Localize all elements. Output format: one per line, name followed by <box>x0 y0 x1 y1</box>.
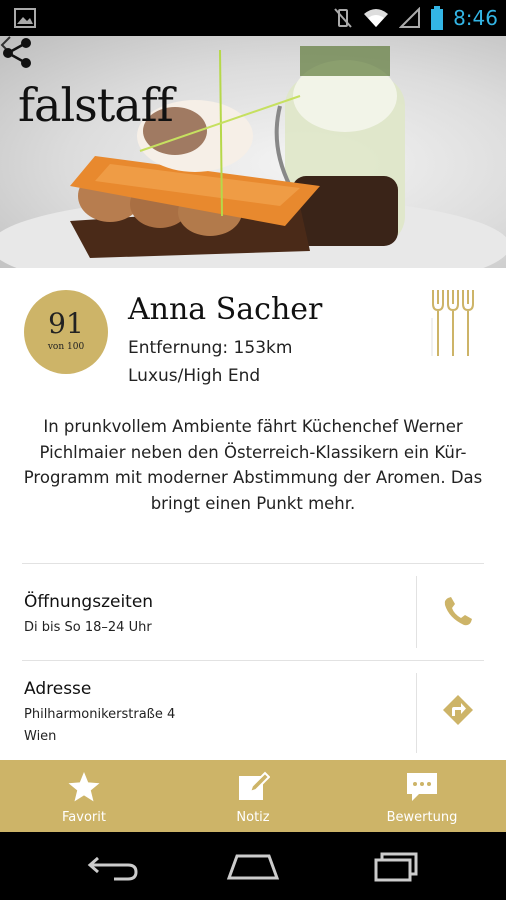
restaurant-name: Anna Sacher <box>128 292 323 327</box>
bottom-action-bar: Favorit Notiz Bewertung <box>0 760 506 832</box>
recent-apps-icon[interactable] <box>362 850 422 882</box>
score-badge: 91 von 100 <box>24 290 108 374</box>
vertical-divider <box>416 673 417 753</box>
back-icon[interactable] <box>84 850 144 882</box>
description-text: In prunkvollem Ambiente fährt Küchenchef… <box>23 417 483 513</box>
status-bar: 8:46 <box>0 0 506 36</box>
opening-hours-row[interactable]: Öffnungszeiten Di bis So 18–24 Uhr <box>0 564 506 660</box>
directions-icon[interactable] <box>440 692 476 728</box>
forks-rating-icon <box>431 290 474 356</box>
chat-icon <box>407 773 437 801</box>
signal-icon <box>399 7 421 28</box>
address-city: Wien <box>24 729 57 744</box>
phone-icon[interactable] <box>440 594 476 630</box>
tab-label: Notiz <box>236 810 270 825</box>
home-icon[interactable] <box>223 850 283 882</box>
tab-label: Favorit <box>62 810 106 825</box>
address-street: Philharmonikerstraße 4 <box>24 707 176 722</box>
hero-image: falstaff <box>0 36 506 268</box>
opening-hours-title: Öffnungszeiten <box>24 592 154 612</box>
tab-label: Bewertung <box>386 810 458 825</box>
opening-hours-value: Di bis So 18–24 Uhr <box>24 620 152 635</box>
note-icon <box>239 771 270 800</box>
category-text: Luxus/High End <box>128 366 261 386</box>
address-row[interactable]: Adresse Philharmonikerstraße 4 Wien <box>0 661 506 760</box>
battery-icon <box>431 6 444 30</box>
tab-bewertung[interactable]: Bewertung <box>338 760 506 832</box>
vertical-divider <box>416 576 417 648</box>
distance-text: Entfernung: 153km <box>128 338 293 358</box>
star-icon <box>68 772 100 802</box>
dessert-photo <box>0 46 506 268</box>
score-value: 91 <box>48 307 84 340</box>
gallery-icon <box>14 8 36 28</box>
status-time: 8:46 <box>453 6 498 30</box>
system-nav-bar <box>0 832 506 900</box>
wifi-icon <box>364 9 389 27</box>
tab-favorit[interactable]: Favorit <box>0 760 168 832</box>
tab-notiz[interactable]: Notiz <box>169 760 337 832</box>
address-title: Adresse <box>24 679 92 699</box>
score-sub: von 100 <box>47 342 85 352</box>
falstaff-logo: falstaff <box>18 78 174 132</box>
vibrate-off-icon <box>334 8 352 28</box>
status-icons: 8:46 <box>333 0 498 36</box>
share-icon[interactable] <box>0 36 34 70</box>
